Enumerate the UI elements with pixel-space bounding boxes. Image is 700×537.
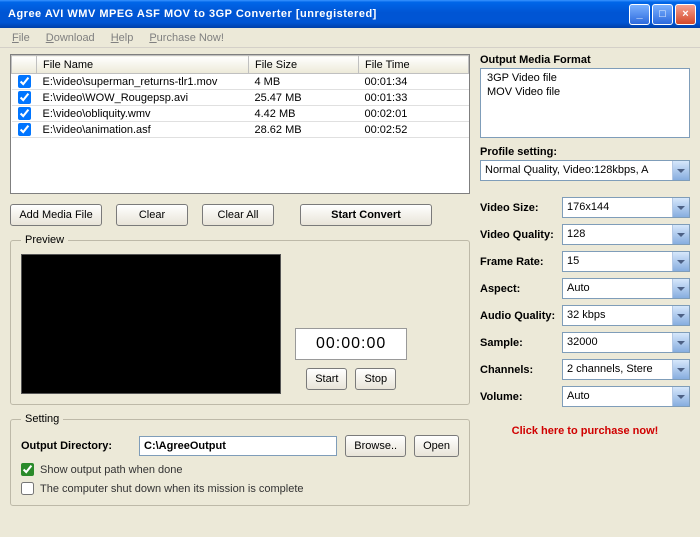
- open-button[interactable]: Open: [414, 435, 459, 457]
- chevron-down-icon[interactable]: [672, 306, 689, 325]
- channels-combo[interactable]: 2 channels, Stere: [562, 359, 690, 380]
- frame-rate-combo[interactable]: 15: [562, 251, 690, 272]
- video-quality-combo[interactable]: 128: [562, 224, 690, 245]
- minimize-button[interactable]: _: [629, 4, 650, 25]
- sample-label: Sample:: [480, 337, 562, 349]
- shutdown-label: The computer shut down when its mission …: [40, 483, 304, 495]
- video-quality-label: Video Quality:: [480, 229, 562, 241]
- clear-button[interactable]: Clear: [116, 204, 188, 226]
- menu-help[interactable]: Help: [105, 30, 140, 46]
- video-preview: [21, 254, 281, 394]
- preview-legend: Preview: [21, 234, 68, 246]
- menu-download[interactable]: Download: [40, 30, 101, 46]
- window-title: Agree AVI WMV MPEG ASF MOV to 3GP Conver…: [4, 8, 629, 20]
- menu-purchase[interactable]: Purchase Now!: [143, 30, 230, 46]
- titlebar[interactable]: Agree AVI WMV MPEG ASF MOV to 3GP Conver…: [0, 0, 700, 28]
- output-dir-input[interactable]: [139, 436, 337, 456]
- chevron-down-icon[interactable]: [672, 279, 689, 298]
- maximize-button[interactable]: □: [652, 4, 673, 25]
- row-checkbox[interactable]: [18, 75, 31, 88]
- video-size-label: Video Size:: [480, 202, 562, 214]
- purchase-link[interactable]: Click here to purchase now!: [480, 425, 690, 437]
- audio-quality-label: Audio Quality:: [480, 310, 562, 322]
- row-checkbox[interactable]: [18, 123, 31, 136]
- output-dir-label: Output Directory:: [21, 440, 131, 452]
- frame-rate-label: Frame Rate:: [480, 256, 562, 268]
- start-convert-button[interactable]: Start Convert: [300, 204, 432, 226]
- menubar: File Download Help Purchase Now!: [0, 28, 700, 48]
- volume-combo[interactable]: Auto: [562, 386, 690, 407]
- setting-legend: Setting: [21, 413, 63, 425]
- window-controls: _ □ ×: [629, 4, 696, 25]
- col-filesize[interactable]: File Size: [249, 56, 359, 74]
- aspect-label: Aspect:: [480, 283, 562, 295]
- output-format-list[interactable]: 3GP Video file MOV Video file: [480, 68, 690, 138]
- chevron-down-icon[interactable]: [672, 225, 689, 244]
- table-row[interactable]: E:\video\obliquity.wmv4.42 MB00:02:01: [12, 106, 469, 122]
- table-row[interactable]: E:\video\superman_returns-tlr1.mov4 MB00…: [12, 74, 469, 90]
- clear-all-button[interactable]: Clear All: [202, 204, 274, 226]
- col-filename[interactable]: File Name: [37, 56, 249, 74]
- output-format-label: Output Media Format: [480, 54, 690, 66]
- aspect-combo[interactable]: Auto: [562, 278, 690, 299]
- chevron-down-icon[interactable]: [672, 333, 689, 352]
- close-button[interactable]: ×: [675, 4, 696, 25]
- sample-combo[interactable]: 32000: [562, 332, 690, 353]
- row-checkbox[interactable]: [18, 107, 31, 120]
- show-output-path-checkbox[interactable]: [21, 463, 34, 476]
- video-size-combo[interactable]: 176x144: [562, 197, 690, 218]
- chevron-down-icon[interactable]: [672, 387, 689, 406]
- table-row[interactable]: E:\video\WOW_Rougepsp.avi25.47 MB00:01:3…: [12, 90, 469, 106]
- chevron-down-icon[interactable]: [672, 360, 689, 379]
- audio-quality-combo[interactable]: 32 kbps: [562, 305, 690, 326]
- list-item[interactable]: MOV Video file: [483, 85, 687, 99]
- profile-combo[interactable]: Normal Quality, Video:128kbps, A: [480, 160, 690, 181]
- list-item[interactable]: 3GP Video file: [483, 71, 687, 85]
- shutdown-checkbox[interactable]: [21, 482, 34, 495]
- preview-group: Preview 00:00:00 Start Stop: [10, 234, 470, 405]
- col-check: [12, 56, 37, 74]
- col-filetime[interactable]: File Time: [359, 56, 469, 74]
- add-media-file-button[interactable]: Add Media File: [10, 204, 102, 226]
- chevron-down-icon[interactable]: [672, 161, 689, 180]
- browse-button[interactable]: Browse..: [345, 435, 406, 457]
- setting-group: Setting Output Directory: Browse.. Open …: [10, 413, 470, 506]
- channels-label: Channels:: [480, 364, 562, 376]
- chevron-down-icon[interactable]: [672, 198, 689, 217]
- volume-label: Volume:: [480, 391, 562, 403]
- start-preview-button[interactable]: Start: [306, 368, 347, 390]
- table-row[interactable]: E:\video\animation.asf28.62 MB00:02:52: [12, 122, 469, 138]
- menu-file[interactable]: File: [6, 30, 36, 46]
- stop-preview-button[interactable]: Stop: [355, 368, 396, 390]
- show-output-path-label: Show output path when done: [40, 464, 183, 476]
- chevron-down-icon[interactable]: [672, 252, 689, 271]
- file-list-table[interactable]: File Name File Size File Time E:\video\s…: [10, 54, 470, 194]
- profile-label: Profile setting:: [480, 146, 690, 158]
- timecode-display: 00:00:00: [295, 328, 407, 360]
- row-checkbox[interactable]: [18, 91, 31, 104]
